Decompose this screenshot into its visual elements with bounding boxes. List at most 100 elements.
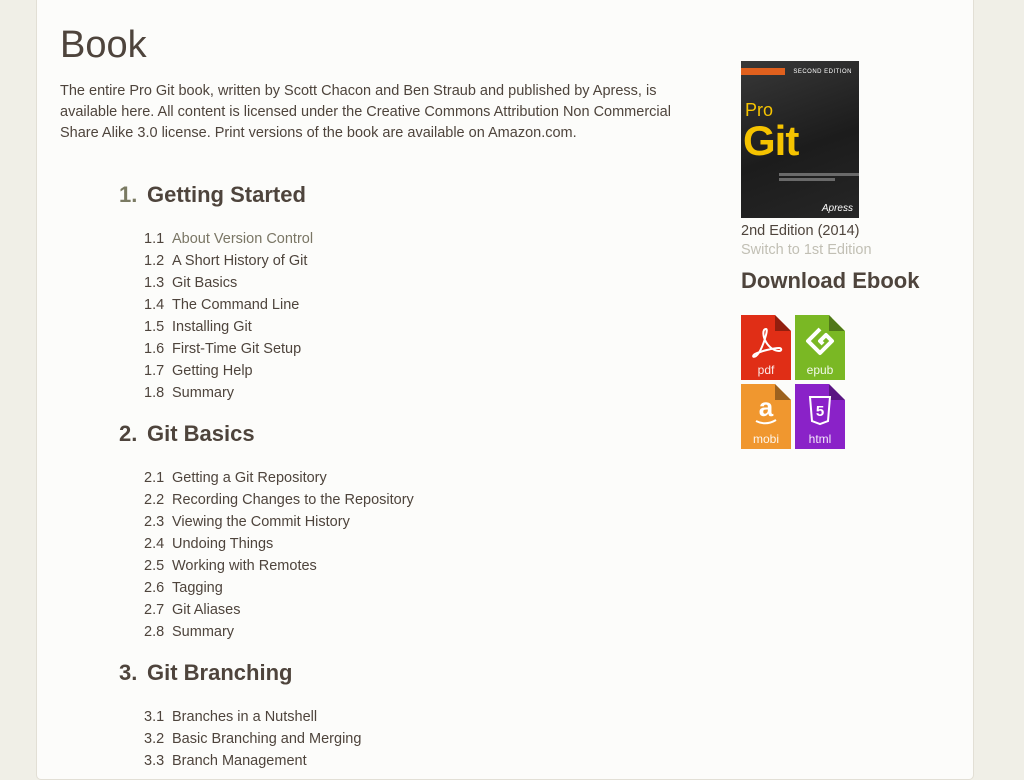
cover-accent-bar [741, 68, 785, 75]
chapter-number: 2. [119, 421, 138, 446]
chapter-link[interactable]: Git Basics [147, 421, 255, 446]
chapter-title[interactable]: 1. Getting Started [119, 180, 306, 210]
chapter-2: 2. Git Basics 2.1 Getting a Git Repository… [119, 419, 414, 640]
cover-edition-tag: SECOND EDITION [793, 69, 852, 75]
download-mobi-button[interactable]: a mobi [741, 384, 791, 449]
chapter-title[interactable]: 3. Git Branching [119, 658, 292, 688]
cover-author-line [779, 178, 835, 181]
chapter-number: 3. [119, 660, 138, 685]
section-item: 2.2 Recording Changes to the Repository [144, 489, 414, 511]
chapter-3: 3. Git Branching 3.1 Branches in a Nutshel… [119, 658, 361, 769]
acrobat-icon [741, 325, 791, 364]
edition-label: 2nd Edition (2014) [741, 223, 860, 239]
download-epub-button[interactable]: epub [795, 315, 845, 380]
section-item: 3.1 Branches in a Nutshell [144, 706, 361, 728]
section-list: 3.1 Branches in a Nutshell 3.2 Basic Branc… [144, 706, 361, 772]
section-number: 2.4 [144, 536, 165, 552]
section-link[interactable]: Installing Git [172, 319, 252, 335]
section-number: 1.4 [144, 297, 165, 313]
section-link[interactable]: Getting a Git Repository [172, 470, 327, 486]
section-number: 3.2 [144, 731, 165, 747]
section-link[interactable]: Git Basics [172, 275, 237, 291]
section-link[interactable]: Basic Branching and Merging [172, 731, 361, 747]
section-link[interactable]: Branches in a Nutshell [172, 709, 317, 725]
section-item: 2.7 Git Aliases [144, 599, 414, 621]
section-item: 2.6 Tagging [144, 577, 414, 599]
section-item: 2.3 Viewing the Commit History [144, 511, 414, 533]
ebook-downloads: pdf epub a mobi 5 html [741, 315, 851, 449]
section-item: 1.7 Getting Help [144, 360, 313, 382]
section-number: 1.6 [144, 341, 165, 357]
section-number: 1.2 [144, 253, 165, 269]
amazon-icon: a [741, 392, 791, 433]
section-link[interactable]: Undoing Things [172, 536, 273, 552]
section-link[interactable]: Viewing the Commit History [172, 514, 350, 530]
section-number: 2.2 [144, 492, 165, 508]
section-number: 2.8 [144, 624, 165, 640]
svg-text:a: a [759, 394, 774, 422]
ebook-format-label: epub [806, 363, 834, 377]
section-item: 1.2 A Short History of Git [144, 250, 313, 272]
chapter-link[interactable]: Git Branching [147, 660, 292, 685]
cover-publisher: Apress [821, 203, 853, 214]
section-number: 1.8 [144, 385, 165, 401]
section-item: 1.3 Git Basics [144, 272, 313, 294]
page-title: Book [60, 24, 147, 66]
section-number: 2.3 [144, 514, 165, 530]
cover-author-line [779, 173, 859, 176]
section-link[interactable]: Summary [172, 624, 234, 640]
section-number: 2.1 [144, 470, 165, 486]
section-number: 1.7 [144, 363, 165, 379]
html5-icon: 5 [795, 394, 845, 433]
section-number: 3.3 [144, 753, 165, 769]
chapter-number: 1. [119, 182, 138, 207]
ebook-format-label: mobi [752, 432, 779, 446]
book-cover[interactable]: SECOND EDITION Pro Git Apress [741, 61, 859, 218]
cover-git-text: Git [743, 117, 799, 164]
section-item: 3.2 Basic Branching and Merging [144, 728, 361, 750]
download-ebook-heading: Download Ebook [741, 268, 920, 293]
section-item: 1.4 The Command Line [144, 294, 313, 316]
section-number: 1.3 [144, 275, 165, 291]
section-item: 2.5 Working with Remotes [144, 555, 414, 577]
section-link[interactable]: About Version Control [172, 231, 313, 247]
section-number: 3.1 [144, 709, 165, 725]
section-item: 1.6 First-Time Git Setup [144, 338, 313, 360]
section-number: 2.7 [144, 602, 165, 618]
section-item: 1.5 Installing Git [144, 316, 313, 338]
cover-author-lines [779, 173, 859, 187]
section-link[interactable]: Getting Help [172, 363, 253, 379]
switch-edition-link[interactable]: Switch to 1st Edition [741, 242, 872, 258]
chapter-link[interactable]: Getting Started [147, 182, 306, 207]
section-link[interactable]: First-Time Git Setup [172, 341, 301, 357]
section-item: 2.1 Getting a Git Repository [144, 467, 414, 489]
chapter-1: 1. Getting Started 1.1 About Version Contr… [119, 180, 313, 401]
content-card: Book The entire Pro Git book, written by… [36, 0, 974, 780]
section-list: 2.1 Getting a Git Repository 2.2 Recording… [144, 467, 414, 643]
section-link[interactable]: The Command Line [172, 297, 299, 313]
ebook-format-label: pdf [757, 363, 775, 377]
section-link[interactable]: Recording Changes to the Repository [172, 492, 414, 508]
section-link[interactable]: Git Aliases [172, 602, 241, 618]
section-number: 1.1 [144, 231, 165, 247]
section-link[interactable]: Working with Remotes [172, 558, 317, 574]
section-list: 1.1 About Version Control 1.2 A Short Hist… [144, 228, 313, 404]
section-item: 2.8 Summary [144, 621, 414, 643]
section-item: 2.4 Undoing Things [144, 533, 414, 555]
section-link[interactable]: Branch Management [172, 753, 307, 769]
ebook-format-label: html [808, 432, 832, 446]
section-item: 1.1 About Version Control [144, 228, 313, 250]
section-link[interactable]: Summary [172, 385, 234, 401]
chapter-title[interactable]: 2. Git Basics [119, 419, 255, 449]
svg-text:5: 5 [816, 403, 824, 420]
section-number: 2.5 [144, 558, 165, 574]
section-link[interactable]: A Short History of Git [172, 253, 307, 269]
download-pdf-button[interactable]: pdf [741, 315, 791, 380]
intro-text: The entire Pro Git book, written by Scot… [60, 83, 671, 141]
download-html-button[interactable]: 5 html [795, 384, 845, 449]
section-item: 1.8 Summary [144, 382, 313, 404]
section-number: 2.6 [144, 580, 165, 596]
section-number: 1.5 [144, 319, 165, 335]
section-link[interactable]: Tagging [172, 580, 223, 596]
section-item: 3.3 Branch Management [144, 750, 361, 772]
